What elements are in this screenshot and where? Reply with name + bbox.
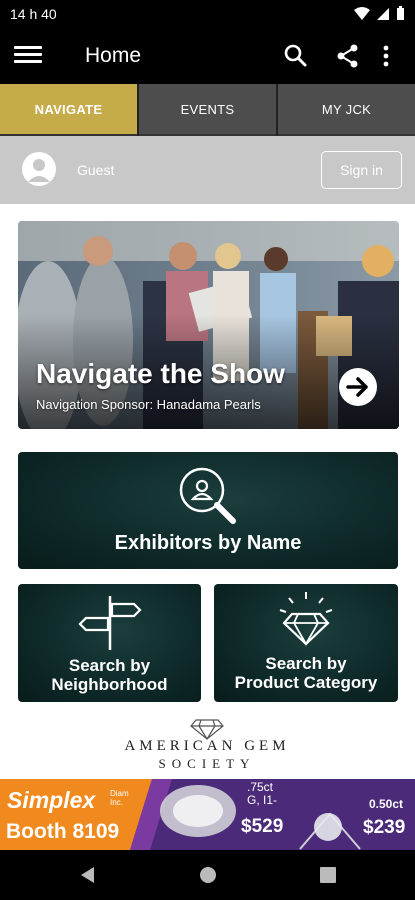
- search-by-product-line1: Search by: [265, 654, 347, 673]
- search-icon[interactable]: [282, 42, 310, 70]
- search-person-icon: [179, 467, 236, 524]
- tab-navigate[interactable]: NAVIGATE: [0, 84, 137, 136]
- ad-offer2-price: $239: [363, 817, 406, 838]
- logo-line1: AMERICAN GEM: [124, 738, 290, 754]
- home-icon[interactable]: [197, 864, 219, 886]
- menu-icon[interactable]: [14, 42, 44, 70]
- ad-offer1-price: $529: [241, 816, 284, 837]
- exhibitors-by-name-tile[interactable]: Exhibitors by Name: [18, 452, 398, 569]
- signpost-icon: [78, 596, 142, 650]
- user-bar: Guest Sign in: [0, 136, 415, 204]
- ad-banner[interactable]: Simplex Diam Inc. Booth 8109 .75ct G, I1…: [0, 779, 415, 850]
- american-gem-society-logo[interactable]: AMERICAN GEM SOCIETY: [97, 718, 317, 774]
- ad-brand: Simplex: [7, 787, 96, 813]
- tab-events[interactable]: EVENTS: [139, 84, 276, 136]
- page-title: Home: [85, 44, 142, 67]
- ad-offer1-line2: G, I1-: [247, 793, 278, 807]
- wifi-icon: [354, 6, 370, 20]
- tab-my-jck[interactable]: MY JCK: [278, 84, 415, 136]
- search-by-neighborhood-line2: Neighborhood: [51, 675, 168, 694]
- status-time: 14 h 40: [10, 6, 57, 22]
- back-icon[interactable]: [77, 864, 99, 886]
- share-icon[interactable]: [334, 42, 362, 70]
- gem-logo-icon: [190, 719, 224, 740]
- user-name: Guest: [77, 162, 115, 178]
- arrow-right-icon[interactable]: [339, 368, 377, 406]
- logo-line2: SOCIETY: [158, 756, 256, 771]
- hero-title: Navigate the Show: [36, 358, 285, 389]
- sign-in-button[interactable]: Sign in: [321, 151, 402, 189]
- person-icon: [28, 159, 50, 182]
- recents-icon[interactable]: [317, 864, 339, 886]
- search-by-neighborhood-line1: Search by: [68, 656, 151, 675]
- exhibitors-by-name-label: Exhibitors by Name: [114, 532, 302, 554]
- hero-subtitle: Navigation Sponsor: Hanadama Pearls: [36, 397, 261, 412]
- app-bar: Home: [0, 28, 415, 84]
- signal-icon: [377, 7, 389, 20]
- avatar: [22, 152, 56, 186]
- ad-offer2-carat: 0.50ct: [369, 797, 404, 811]
- search-by-product-category-tile[interactable]: Search by Product Category: [214, 584, 398, 702]
- ad-booth: Booth 8109: [6, 820, 120, 843]
- system-nav-bar: [0, 850, 415, 900]
- navigate-show-banner[interactable]: Navigate the Show Navigation Sponsor: Ha…: [18, 221, 399, 429]
- battery-icon: [397, 6, 404, 20]
- more-vert-icon[interactable]: [378, 42, 394, 70]
- search-by-product-line2: Product Category: [234, 673, 378, 692]
- tab-bar: NAVIGATE EVENTS MY JCK: [0, 84, 415, 136]
- diamond-icon: [279, 592, 333, 646]
- ad-brand-tag: Diam Inc.: [110, 789, 129, 807]
- search-by-neighborhood-tile[interactable]: Search by Neighborhood: [18, 584, 201, 702]
- status-bar: 14 h 40: [0, 0, 415, 28]
